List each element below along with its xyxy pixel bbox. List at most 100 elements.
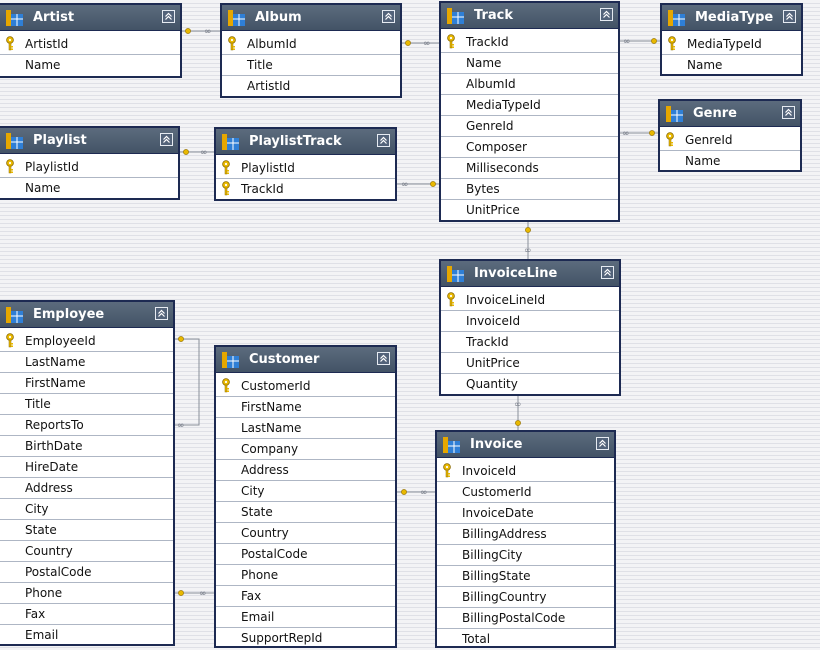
column-row[interactable]: Bytes [441,179,618,200]
column-row[interactable]: Email [0,625,173,646]
column-row[interactable]: Quantity [441,374,619,395]
column-row[interactable]: Country [216,523,395,544]
svg-text:∞: ∞ [401,180,409,190]
table-invoice[interactable]: Invoice InvoiceId CustomerId InvoiceDate… [435,430,616,648]
collapse-chevron-icon[interactable] [155,307,168,320]
column-row[interactable]: State [216,502,395,523]
column-row[interactable]: ReportsTo [0,415,173,436]
column-row[interactable]: Address [0,478,173,499]
column-row[interactable]: Name [662,55,801,76]
column-name: MediaTypeId [687,37,762,51]
column-name: PostalCode [241,547,308,561]
column-row[interactable]: BillingCity [437,545,614,566]
column-row[interactable]: Fax [216,586,395,607]
column-row[interactable]: Name [0,55,180,76]
column-name: ArtistId [25,37,68,51]
column-row[interactable]: Phone [216,565,395,586]
column-row[interactable]: ArtistId [222,76,400,97]
collapse-chevron-icon[interactable] [782,106,795,119]
table-genre[interactable]: Genre GenreId Name [658,99,802,172]
column-name: MediaTypeId [466,98,541,112]
column-row[interactable]: Email [216,607,395,628]
column-row[interactable]: Name [660,151,800,172]
table-playlist[interactable]: Playlist PlaylistId Name [0,126,180,200]
column-row[interactable]: UnitPrice [441,200,618,221]
column-row[interactable]: SupportRepId [216,628,395,649]
table-album[interactable]: Album AlbumId Title ArtistId [220,3,402,98]
column-row[interactable]: TrackId [216,179,395,200]
collapse-chevron-icon[interactable] [160,133,173,146]
table-employee[interactable]: Employee EmployeeId LastName FirstName T… [0,300,175,646]
collapse-chevron-icon[interactable] [377,352,390,365]
column-row[interactable]: Country [0,541,173,562]
column-row[interactable]: PostalCode [0,562,173,583]
column-row[interactable]: Total [437,629,614,650]
column-row[interactable]: PlaylistId [216,158,395,179]
column-row[interactable]: BillingPostalCode [437,608,614,629]
column-row[interactable]: InvoiceLineId [441,290,619,311]
column-row[interactable]: MediaTypeId [662,34,801,55]
collapse-chevron-icon[interactable] [162,10,175,23]
table-playlisttrack[interactable]: PlaylistTrack PlaylistId TrackId [214,127,397,201]
column-row[interactable]: TrackId [441,332,619,353]
column-row[interactable]: Phone [0,583,173,604]
column-row[interactable]: State [0,520,173,541]
column-row[interactable]: AlbumId [222,34,400,55]
column-row[interactable]: GenreId [441,116,618,137]
column-row[interactable]: City [216,481,395,502]
column-row[interactable]: LastName [216,418,395,439]
column-name: ArtistId [247,79,290,93]
column-name: CustomerId [241,379,310,393]
column-name: Company [241,442,298,456]
collapse-chevron-icon[interactable] [377,134,390,147]
column-name: Country [241,526,289,540]
table-icon [6,10,23,26]
collapse-chevron-icon[interactable] [600,8,613,21]
column-row[interactable]: Name [441,53,618,74]
column-row[interactable]: InvoiceId [441,311,619,332]
column-row[interactable]: LastName [0,352,173,373]
column-row[interactable]: BillingCountry [437,587,614,608]
column-row[interactable]: Title [222,55,400,76]
table-artist[interactable]: Artist ArtistId Name [0,3,182,78]
column-row[interactable]: Company [216,439,395,460]
column-row[interactable]: UnitPrice [441,353,619,374]
column-row[interactable]: Composer [441,137,618,158]
column-name: FirstName [241,400,302,414]
column-row[interactable]: GenreId [660,130,800,151]
column-row[interactable]: FirstName [216,397,395,418]
column-row[interactable]: CustomerId [437,482,614,503]
column-row[interactable]: Title [0,394,173,415]
table-customer[interactable]: Customer CustomerId FirstName LastName C… [214,345,397,648]
column-row[interactable]: PostalCode [216,544,395,565]
column-row[interactable]: EmployeeId [0,331,173,352]
column-row[interactable]: Milliseconds [441,158,618,179]
collapse-chevron-icon[interactable] [783,10,796,23]
column-row[interactable]: HireDate [0,457,173,478]
collapse-chevron-icon[interactable] [382,10,395,23]
column-row[interactable]: AlbumId [441,74,618,95]
column-row[interactable]: City [0,499,173,520]
table-invoiceline[interactable]: InvoiceLine InvoiceLineId InvoiceId Trac… [439,259,621,396]
key-icon [5,36,15,51]
key-icon [667,36,677,51]
column-row[interactable]: PlaylistId [0,157,178,178]
table-track[interactable]: Track TrackId Name AlbumId MediaTypeId G… [439,1,620,222]
column-row[interactable]: BillingAddress [437,524,614,545]
column-row[interactable]: Fax [0,604,173,625]
column-row[interactable]: ArtistId [0,34,180,55]
collapse-chevron-icon[interactable] [596,437,609,450]
column-row[interactable]: InvoiceId [437,461,614,482]
column-row[interactable]: FirstName [0,373,173,394]
table-mediatype[interactable]: MediaType MediaTypeId Name [660,3,803,76]
column-name: InvoiceId [462,464,516,478]
column-row[interactable]: CustomerId [216,376,395,397]
column-row[interactable]: Name [0,178,178,199]
column-row[interactable]: TrackId [441,32,618,53]
column-row[interactable]: Address [216,460,395,481]
column-row[interactable]: InvoiceDate [437,503,614,524]
column-row[interactable]: BillingState [437,566,614,587]
column-row[interactable]: BirthDate [0,436,173,457]
column-row[interactable]: MediaTypeId [441,95,618,116]
collapse-chevron-icon[interactable] [601,266,614,279]
